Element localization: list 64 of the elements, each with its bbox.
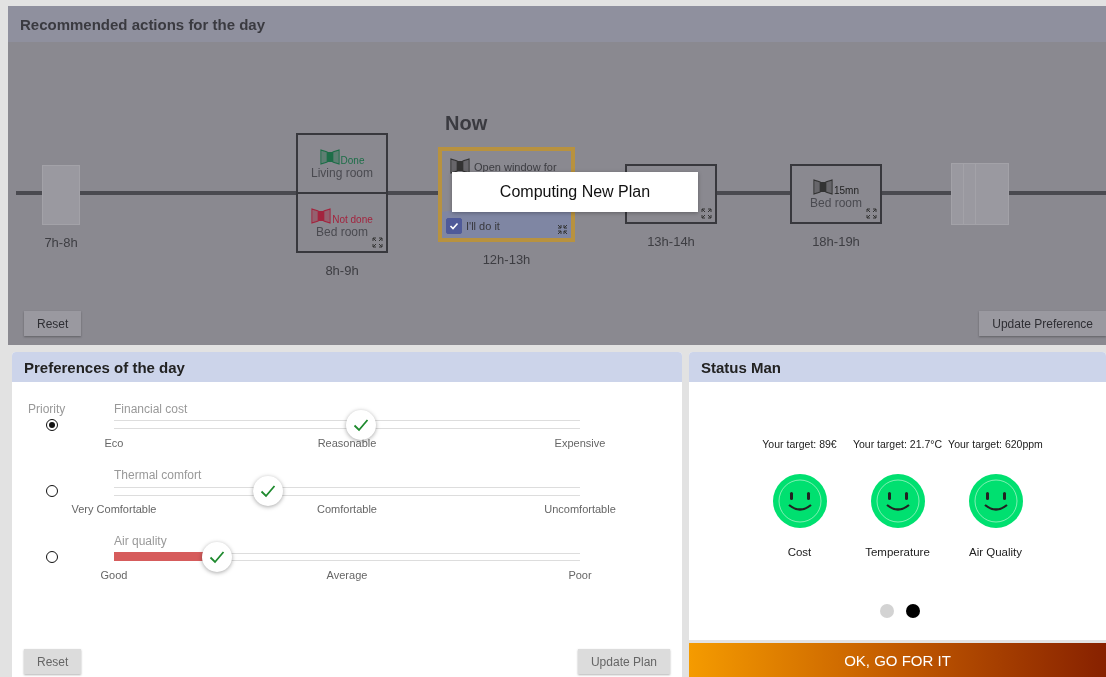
time-label: 13h-14h <box>647 234 695 249</box>
priority-label: Priority <box>27 402 67 418</box>
time-label: 18h-19h <box>812 234 860 249</box>
slider-thumb[interactable] <box>201 541 232 572</box>
expand-icon[interactable] <box>701 208 712 219</box>
update-plan-button[interactable]: Update Plan <box>577 649 670 674</box>
room-label: Bed room <box>810 196 862 210</box>
smiley-icon <box>968 474 1023 528</box>
room-label: Bed room <box>316 224 368 239</box>
smiley-icon <box>870 474 925 528</box>
collapse-icon[interactable] <box>557 224 568 235</box>
tick-label: Good <box>100 569 128 581</box>
action-card[interactable]: 15mn Bed room <box>790 164 882 224</box>
status-label: Not done <box>332 213 373 225</box>
tick-label: Average <box>326 569 368 581</box>
smiley-icon <box>772 474 827 528</box>
now-label: Now <box>445 112 488 135</box>
tick-label: Very Comfortable <box>71 503 157 515</box>
window-icon <box>311 206 332 225</box>
update-button[interactable]: Update Preference <box>979 311 1106 336</box>
slider-label: Thermal comfort <box>114 468 203 484</box>
room-label: Living room <box>311 165 373 180</box>
action-card[interactable]: Done Living room <box>296 133 388 194</box>
panel-title: Status Man <box>689 352 1106 382</box>
tick-label: Uncomfortable <box>544 503 616 515</box>
time-label: 7h-8h <box>44 235 78 250</box>
target-text: Your target: 620ppm <box>948 438 1043 452</box>
panel-title: Recommended actions for the day <box>8 6 1106 42</box>
slider-thumb[interactable] <box>345 409 376 440</box>
expand-icon[interactable] <box>866 208 877 219</box>
loading-dialog: Computing New Plan <box>452 172 698 212</box>
target-text: Your target: 89€ <box>762 438 837 452</box>
page-dot[interactable] <box>879 604 894 618</box>
window-icon <box>813 178 833 196</box>
page-dot[interactable] <box>905 604 920 618</box>
confirm-checkbox[interactable]: I'll do it <box>446 218 500 234</box>
panel-title: Preferences of the day <box>12 352 682 382</box>
tick-label: Poor <box>568 569 592 581</box>
window-icon <box>319 147 340 166</box>
indicator-label: Temperature <box>865 546 930 558</box>
window-icon <box>450 157 470 175</box>
confirm-button[interactable]: OK, GO FOR IT <box>689 643 1106 677</box>
slider-thumb[interactable] <box>252 475 283 506</box>
reset-button[interactable]: Reset <box>24 311 82 336</box>
empty-card-stack <box>951 163 1009 225</box>
tick-label: Eco <box>104 437 124 449</box>
time-label: 12h-13h <box>482 252 531 267</box>
reset-button[interactable]: Reset <box>24 649 82 674</box>
target-text: Your target: 21.7°C <box>852 438 942 452</box>
status-label: Done <box>340 154 365 166</box>
tick-label: Comfortable <box>317 503 377 515</box>
expand-icon[interactable] <box>372 237 383 248</box>
slider-label: Air quality <box>114 534 168 550</box>
slider-label: Financial cost <box>114 402 189 418</box>
indicator-label: Cost <box>787 546 812 558</box>
time-label: 8h-9h <box>325 263 359 278</box>
tick-label: Expensive <box>554 437 606 449</box>
action-text: Open window for <box>474 161 557 173</box>
empty-card <box>42 165 80 225</box>
action-card[interactable]: Not done Bed room <box>296 192 388 253</box>
check-icon <box>449 221 459 231</box>
duration-label: 15mn <box>834 185 859 196</box>
indicator-label: Air Quality <box>968 546 1022 558</box>
tick-label: Reasonable <box>317 437 377 449</box>
